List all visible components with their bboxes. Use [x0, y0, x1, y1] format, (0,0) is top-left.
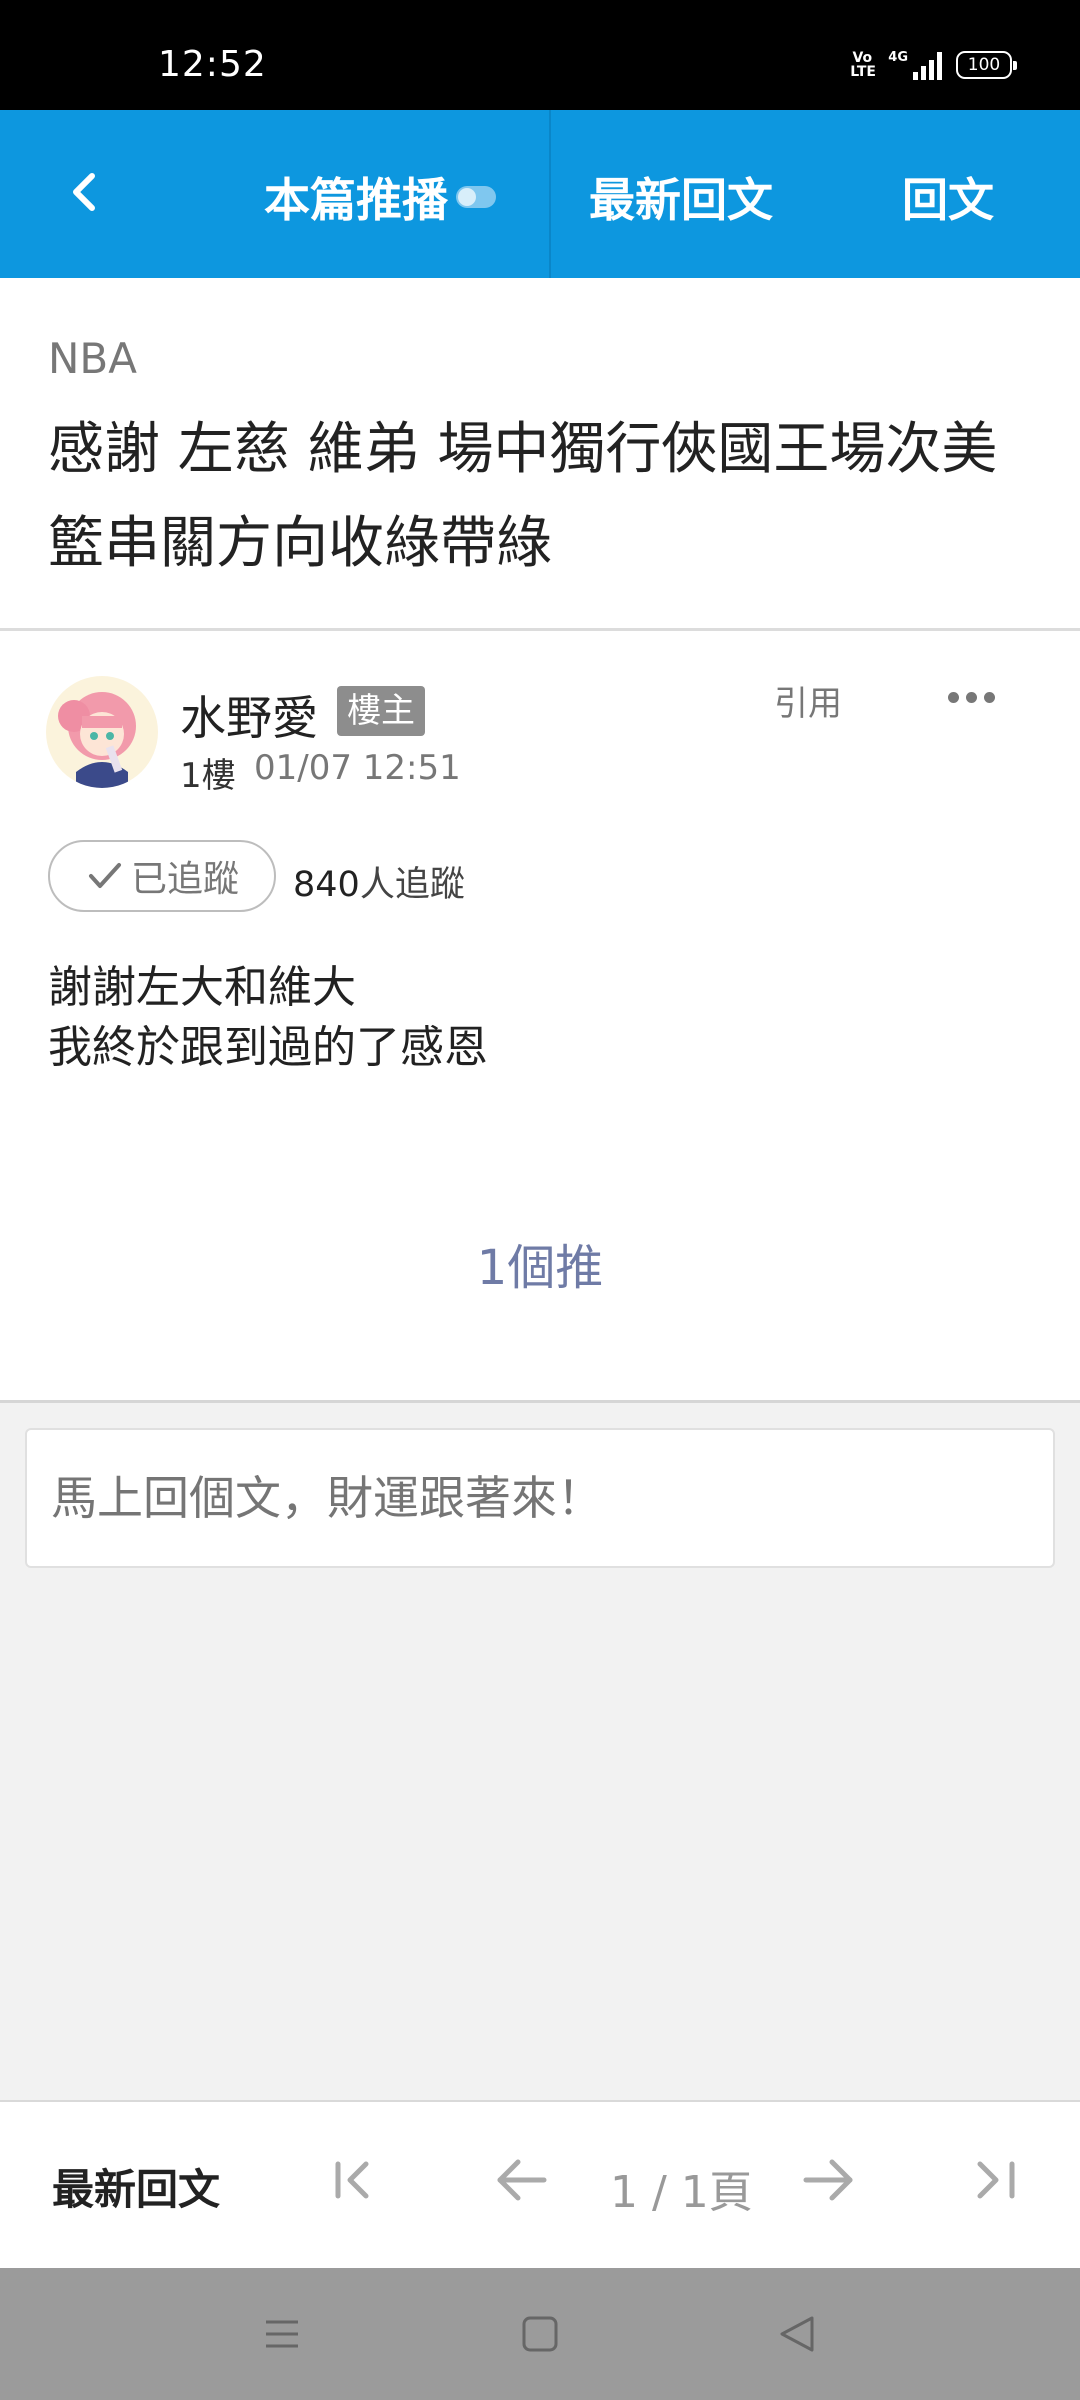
post-title: 感謝 左慈 維弟 場中獨行俠國王場次美籃串關方向收綠帶綠	[48, 417, 998, 576]
status-time: 12:52	[158, 44, 267, 85]
pagination-bar: 最新回文 1 / 1頁	[0, 2102, 1080, 2268]
follow-label: 已追蹤	[130, 859, 239, 900]
volte-icon: Vo LTE	[850, 50, 876, 80]
page-indicator[interactable]: 1 / 1頁	[610, 2156, 753, 2220]
push-count[interactable]: 1個推	[0, 1228, 1080, 1298]
post-timestamp: 01/07 12:51	[254, 748, 461, 788]
follow-button[interactable]: 已追蹤	[48, 840, 276, 912]
back-button[interactable]	[50, 152, 120, 232]
divider	[0, 1400, 1080, 1403]
status-bar: 12:52 Vo LTE 4G 100	[0, 0, 1080, 110]
push-notification-tab[interactable]: 本篇推播	[264, 164, 496, 230]
push-toggle[interactable]	[456, 186, 496, 208]
battery-level: 100	[967, 55, 1001, 75]
post-card: NBA 感謝 左慈 維弟 場中獨行俠國王場次美籃串關方向收綠帶綠 水野愛 樓主 …	[0, 278, 1080, 1403]
followers-suffix: 人追蹤	[359, 865, 465, 905]
divider	[0, 628, 1080, 631]
battery-icon: 100	[956, 51, 1017, 79]
first-page-icon	[335, 2161, 369, 2199]
author-name[interactable]: 水野愛	[180, 682, 318, 748]
followers-number: 840	[293, 865, 360, 905]
last-page-icon	[977, 2161, 1015, 2199]
home-button[interactable]	[510, 2304, 570, 2364]
arrow-left-icon	[497, 2159, 547, 2201]
latest-replies-button[interactable]: 最新回文	[52, 2156, 220, 2217]
recents-button[interactable]	[252, 2304, 312, 2364]
avatar[interactable]	[46, 676, 158, 788]
post-category[interactable]: NBA	[48, 334, 137, 383]
op-badge: 樓主	[337, 686, 425, 736]
next-page-button[interactable]	[788, 2140, 868, 2220]
system-navigation-bar	[0, 2268, 1080, 2400]
floor-number: 1樓	[180, 756, 236, 796]
check-icon	[88, 863, 121, 888]
push-tab-label: 本篇推播	[264, 173, 448, 227]
quote-button[interactable]: 引用	[774, 676, 842, 725]
post-content-line: 謝謝左大和維大	[48, 962, 356, 1013]
network-type: 4G	[888, 50, 908, 65]
app-header: 本篇推播 最新回文 回文	[0, 110, 1080, 278]
header-divider	[549, 110, 551, 278]
reply-tab[interactable]: 回文	[902, 164, 994, 230]
chevron-left-icon	[73, 173, 95, 211]
followers-count: 840人追蹤	[293, 856, 465, 907]
avatar-image	[46, 676, 158, 788]
triangle-back-icon	[780, 2316, 814, 2352]
post-content-line: 我終於跟到過的了感恩	[48, 1022, 488, 1073]
first-page-button[interactable]	[314, 2140, 394, 2220]
reply-input[interactable]	[25, 1428, 1055, 1568]
signal-icon: 4G	[888, 50, 942, 80]
menu-icon	[266, 2320, 298, 2348]
post-content: 謝謝左大和維大 我終於跟到過的了感恩	[48, 958, 488, 1078]
last-page-button[interactable]	[958, 2140, 1038, 2220]
status-icons: Vo LTE 4G 100	[850, 50, 1017, 80]
back-nav-button[interactable]	[768, 2304, 828, 2364]
previous-page-button[interactable]	[482, 2140, 562, 2220]
arrow-right-icon	[803, 2159, 853, 2201]
more-options-icon[interactable]	[948, 682, 1008, 712]
latest-replies-tab[interactable]: 最新回文	[589, 164, 773, 230]
square-icon	[522, 2316, 558, 2352]
